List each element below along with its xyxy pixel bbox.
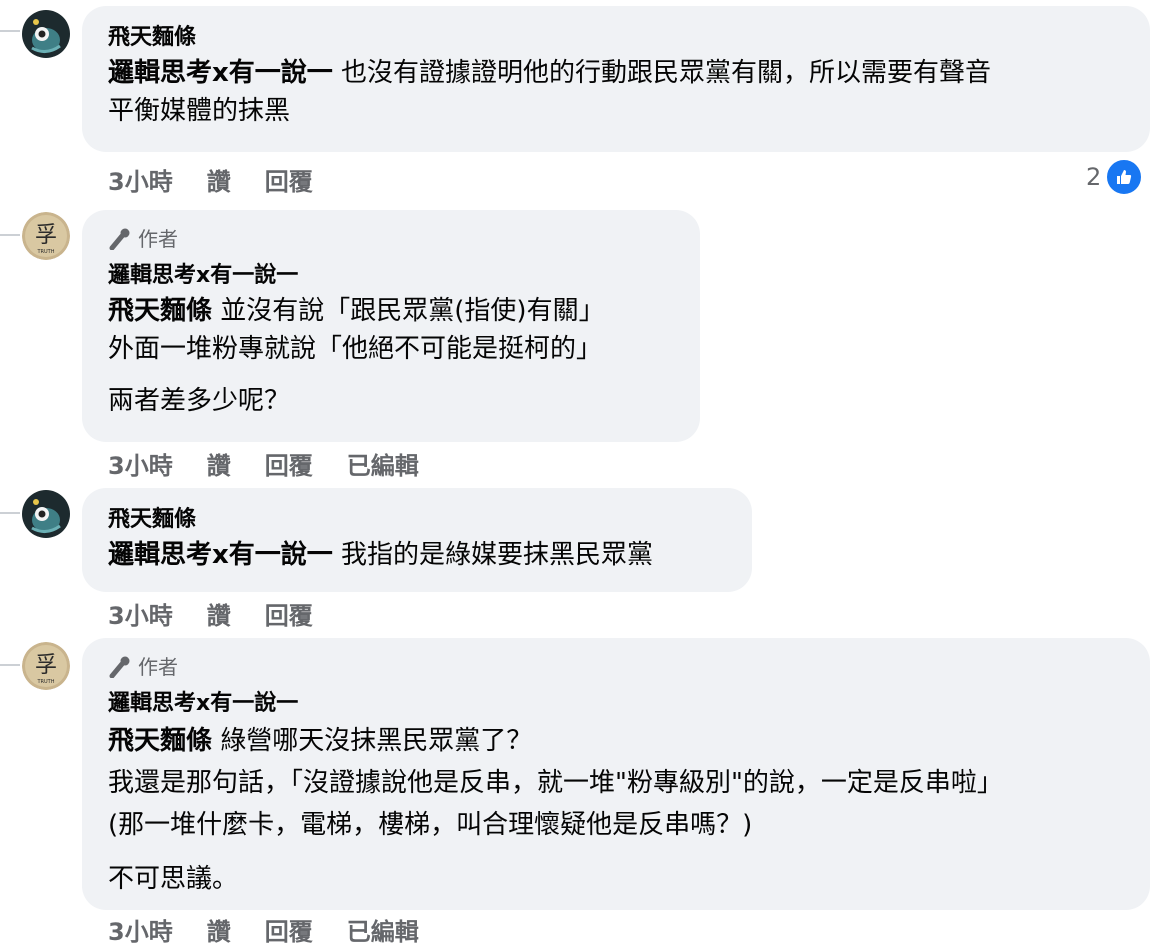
comment-text-line: 我還是那句話，「沒證據說他是反串，就一堆"粉專級別"的說，一定是反串啦」	[108, 768, 1003, 798]
commenter-name[interactable]: 邏輯思考x有一說一	[108, 260, 674, 292]
reaction-count[interactable]: 2	[1086, 158, 1144, 196]
commenter-name[interactable]: 邏輯思考x有一說一	[108, 688, 1124, 720]
thread-line	[0, 234, 20, 236]
commenter-name[interactable]: 飛天麵條	[108, 22, 1124, 54]
avatar-feitian[interactable]	[22, 490, 70, 538]
comment-text-line: 平衡媒體的抹黑	[108, 96, 291, 126]
comment-bubble: 飛天麵條 邏輯思考x有一說一 也沒有證據證明他的行動跟民眾黨有關，所以需要有聲音…	[82, 6, 1150, 152]
reaction-number: 2	[1086, 163, 1102, 191]
mention-link[interactable]: 飛天麵條	[108, 726, 212, 756]
comment-actions: 3小時 讚 回覆 已編輯	[108, 912, 419, 947]
like-button[interactable]: 讚	[207, 446, 231, 481]
like-button[interactable]: 讚	[207, 596, 231, 631]
timestamp-link[interactable]: 3小時	[108, 162, 173, 197]
comment-text-line: (那一堆什麼卡，電梯，樓梯，叫合理懷疑他是反串嗎？)	[108, 810, 753, 840]
comment-bubble: 飛天麵條 邏輯思考x有一說一 我指的是綠媒要抹黑民眾黨	[82, 488, 752, 592]
svg-text:孚: 孚	[35, 653, 57, 678]
mention-link[interactable]: 邏輯思考x有一說一	[108, 540, 333, 570]
comment-text-line: 綠營哪天沒抹黑民眾黨了？	[212, 726, 533, 756]
truth-avatar-icon: 孚 TRUTH	[22, 642, 70, 690]
svg-text:TRUTH: TRUTH	[36, 249, 54, 255]
timestamp-link[interactable]: 3小時	[108, 446, 173, 481]
comment-text-line: 不可思議。	[108, 864, 239, 894]
comment-actions: 3小時 讚 回覆	[108, 162, 313, 197]
reply-button[interactable]: 回覆	[265, 446, 313, 481]
comment-text: 飛天麵條 綠營哪天沒抹黑民眾黨了？ 我還是那句話，「沒證據說他是反串，就一堆"粉…	[108, 720, 1124, 846]
comment-text-line: 外面一堆粉專就說「他絕不可能是挺柯的」	[108, 334, 603, 364]
comment-actions: 3小時 讚 回覆 已編輯	[108, 446, 419, 481]
reply-button[interactable]: 回覆	[265, 162, 313, 197]
creature-avatar-icon	[22, 490, 70, 538]
comment-text-line: 並沒有說「跟民眾黨(指使)有關」	[212, 296, 605, 326]
comment-text-line: 我指的是綠媒要抹黑民眾黨	[332, 540, 654, 570]
timestamp-link[interactable]: 3小時	[108, 912, 173, 947]
author-badge: 作者	[108, 652, 1124, 682]
thread-line	[0, 30, 20, 32]
like-button[interactable]: 讚	[207, 912, 231, 947]
avatar-feitian[interactable]	[22, 10, 70, 58]
creature-avatar-icon	[22, 10, 70, 58]
comment-text-line: 兩者差多少呢？	[108, 386, 291, 416]
truth-avatar-icon: 孚 TRUTH	[22, 212, 70, 260]
microphone-icon	[109, 656, 130, 678]
author-label: 作者	[138, 655, 178, 679]
comment-bubble: 作者 邏輯思考x有一說一 飛天麵條 綠營哪天沒抹黑民眾黨了？ 我還是那句話，「沒…	[82, 638, 1150, 910]
like-button[interactable]: 讚	[207, 162, 231, 197]
mention-link[interactable]: 邏輯思考x有一說一	[108, 58, 333, 88]
svg-text:TRUTH: TRUTH	[36, 679, 54, 685]
reply-button[interactable]: 回覆	[265, 596, 313, 631]
author-label: 作者	[138, 227, 178, 251]
mention-link[interactable]: 飛天麵條	[108, 296, 212, 326]
thread-line	[0, 664, 20, 666]
avatar-truth[interactable]: 孚 TRUTH	[22, 642, 70, 690]
thread-line	[0, 512, 20, 514]
comment-text: 邏輯思考x有一說一 也沒有證據證明他的行動跟民眾黨有關，所以需要有聲音 平衡媒體…	[108, 54, 1124, 130]
reply-button[interactable]: 回覆	[265, 912, 313, 947]
comment-bubble: 作者 邏輯思考x有一說一 飛天麵條 並沒有說「跟民眾黨(指使)有關」 外面一堆粉…	[82, 210, 700, 442]
edited-label[interactable]: 已編輯	[347, 446, 419, 481]
microphone-icon	[109, 228, 130, 250]
author-badge: 作者	[108, 224, 674, 254]
comment-actions: 3小時 讚 回覆	[108, 596, 313, 631]
comment-text: 邏輯思考x有一說一 我指的是綠媒要抹黑民眾黨	[108, 536, 726, 574]
edited-label[interactable]: 已編輯	[347, 912, 419, 947]
comment-text: 飛天麵條 並沒有說「跟民眾黨(指使)有關」 外面一堆粉專就說「他絕不可能是挺柯的…	[108, 292, 674, 368]
like-icon	[1105, 158, 1144, 196]
svg-text:孚: 孚	[35, 223, 57, 248]
avatar-truth[interactable]: 孚 TRUTH	[22, 212, 70, 260]
timestamp-link[interactable]: 3小時	[108, 596, 173, 631]
commenter-name[interactable]: 飛天麵條	[108, 504, 726, 536]
comment-text-line: 也沒有證據證明他的行動跟民眾黨有關，所以需要有聲音	[332, 58, 992, 88]
